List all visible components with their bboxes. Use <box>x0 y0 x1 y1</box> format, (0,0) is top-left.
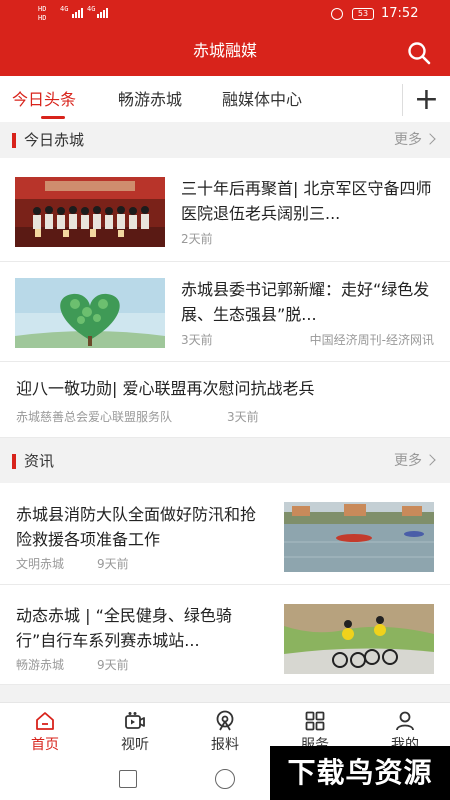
news-time: 9天前 <box>97 658 129 672</box>
news-thumbnail <box>15 177 165 247</box>
home-button[interactable] <box>215 769 235 789</box>
tab-media-center[interactable]: 融媒体中心 <box>222 89 302 111</box>
news-headline: 动态赤城 | “全民健身、绿色骑行”自行车系列赛赤城站... <box>16 606 232 650</box>
news-thumbnail <box>284 604 434 674</box>
battery-icon: 53 <box>352 8 374 20</box>
active-tab-indicator <box>41 116 65 119</box>
section-header-news: 资讯 更多 <box>0 443 450 479</box>
news-time: 9天前 <box>97 557 129 571</box>
network2-label: 4G <box>87 5 96 13</box>
news-item[interactable]: 赤城县消防大队全面做好防汛和抢险救援各项准备工作 文明赤城 9天前 <box>0 483 450 585</box>
more-link[interactable]: 更多 <box>394 130 436 150</box>
news-item[interactable]: 动态赤城 | “全民健身、绿色骑行”自行车系列赛赤城站... 畅游赤城 9天前 <box>0 585 450 685</box>
network1-label: 4G <box>60 5 69 13</box>
recent-apps-button[interactable] <box>119 770 137 788</box>
news-thumbnail <box>15 278 165 348</box>
user-icon <box>396 711 414 731</box>
section-header-today: 今日赤城 更多 <box>0 122 450 158</box>
status-bar: HD HD 4G 4G 53 17:52 <box>0 0 450 30</box>
news-time: 3天前 <box>227 410 259 424</box>
nav-label: 报料 <box>211 737 239 753</box>
news-item[interactable]: 赤城县委书记郭新耀：走好“绿色发展、生态强县”脱... 3天前 中国经济周刊-经… <box>0 262 450 362</box>
home-icon <box>36 712 54 730</box>
add-tab-button[interactable]: + <box>402 84 450 116</box>
nav-label: 视听 <box>121 737 149 753</box>
news-headline: 赤城县消防大队全面做好防汛和抢险救援各项准备工作 <box>16 505 257 549</box>
news-headline: 三十年后再聚首| 北京军区守备四师医院退伍老兵阔别三... <box>181 179 432 223</box>
news-headline: 迎八一敬功勋| 爱心联盟再次慰问抗战老兵 <box>16 379 315 398</box>
news-source: 赤城慈善总会爱心联盟服务队 <box>16 410 173 424</box>
news-source: 畅游赤城 <box>16 658 65 672</box>
plus-icon: + <box>413 82 440 117</box>
app-header: HD HD 4G 4G 53 17:52 赤城融媒 <box>0 0 450 76</box>
sim2-label: HD <box>38 14 47 22</box>
news-time: 2天前 <box>181 232 213 246</box>
chevron-right-icon <box>424 454 436 466</box>
news-item[interactable]: 三十年后再聚首| 北京军区守备四师医院退伍老兵阔别三... 2天前 <box>0 158 450 262</box>
nav-video[interactable]: 视听 <box>90 703 180 761</box>
nav-label: 首页 <box>31 737 59 753</box>
tab-tour-chicheng[interactable]: 畅游赤城 <box>118 89 182 111</box>
section-title: 今日赤城 <box>24 131 85 149</box>
sim1-label: HD <box>38 5 47 13</box>
section-title: 资讯 <box>24 452 55 470</box>
grid-icon <box>305 711 325 731</box>
tab-today-headlines[interactable]: 今日头条 <box>12 89 76 111</box>
more-link[interactable]: 更多 <box>394 451 436 471</box>
news-item[interactable]: 迎八一敬功勋| 爱心联盟再次慰问抗战老兵 赤城慈善总会爱心联盟服务队 3天前 <box>0 362 450 438</box>
chevron-right-icon <box>424 133 436 145</box>
news-source: 文明赤城 <box>16 557 65 571</box>
signal2-icon <box>97 8 108 18</box>
more-label: 更多 <box>394 453 422 469</box>
news-source: 中国经济周刊-经济网讯 <box>309 333 434 347</box>
broadcast-icon <box>216 710 234 731</box>
news-headline: 赤城县委书记郭新耀：走好“绿色发展、生态强县”脱... <box>181 280 430 324</box>
search-icon[interactable] <box>406 40 432 66</box>
channel-tabs: 今日头条 畅游赤城 融媒体中心 + <box>0 76 450 122</box>
page-title: 赤城融媒 <box>192 41 257 60</box>
status-time: 17:52 <box>381 6 419 21</box>
signal1-icon <box>72 8 83 18</box>
video-icon <box>125 712 145 729</box>
section-marker <box>12 454 16 469</box>
alarm-icon <box>331 8 343 20</box>
nav-report[interactable]: 报料 <box>180 703 270 761</box>
nav-home[interactable]: 首页 <box>0 703 90 761</box>
news-time: 3天前 <box>181 333 213 347</box>
section-marker <box>12 133 16 148</box>
news-thumbnail <box>284 502 434 572</box>
more-label: 更多 <box>394 132 422 148</box>
watermark-logo: 下载鸟资源 <box>270 746 450 800</box>
